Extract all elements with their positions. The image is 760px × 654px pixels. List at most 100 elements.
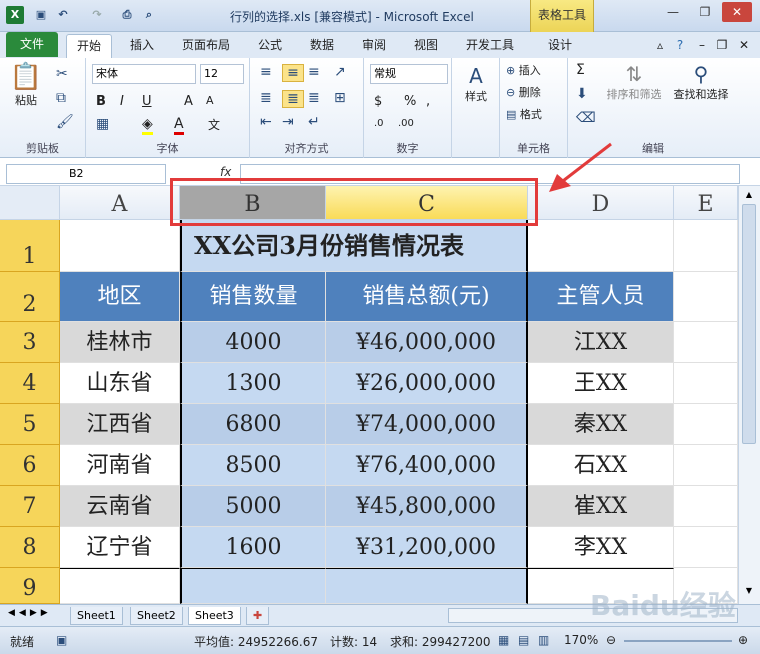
cell-e4[interactable] [674,363,738,404]
format-painter-icon[interactable]: 🖌 [56,114,74,130]
ribbon-minimize-icon[interactable]: – [692,34,712,58]
zoom-slider[interactable] [624,640,732,642]
shrink-font-icon[interactable]: A [206,94,214,107]
find-select-button[interactable]: ⚲ 查找和选择 [668,62,734,102]
excel-icon[interactable]: X [6,6,24,24]
table-title[interactable]: XX公司3月份销售情况表 [180,220,528,272]
cell-total[interactable]: ¥46,000,000 [326,322,528,363]
cell-manager[interactable]: 石XX [528,445,674,486]
cell-quantity[interactable]: 8500 [180,445,326,486]
zoom-level[interactable]: 170% [564,633,598,647]
sort-filter-button[interactable]: ⇅ 排序和筛选 [602,62,666,102]
sheet-tab-1[interactable]: Sheet1 [70,607,123,625]
tab-developer[interactable]: 开发工具 [458,34,522,58]
header-quantity[interactable]: 销售数量 [180,272,326,322]
tab-formulas[interactable]: 公式 [248,34,292,58]
zoom-in-icon[interactable]: ⊕ [738,633,748,647]
cell-quantity[interactable]: 6800 [180,404,326,445]
zoom-out-icon[interactable]: ⊖ [606,633,616,647]
insert-cells-button[interactable]: ⊕ 插入 [506,62,541,78]
page-break-view-icon[interactable]: ▥ [538,633,549,647]
wrap-text-icon[interactable]: ↵ [308,114,320,130]
number-format-select[interactable]: 常规 [370,64,448,84]
redo-icon[interactable]: ↷ [88,6,106,24]
row-header-2[interactable]: 2 [0,272,60,322]
select-all-corner[interactable] [0,186,60,220]
align-left-icon[interactable]: ≣ [260,90,272,106]
cell-region[interactable]: 桂林市 [60,322,180,363]
cell-a1[interactable] [60,220,180,272]
cell-manager[interactable]: 江XX [528,322,674,363]
cell-c9[interactable] [326,568,528,604]
cell-manager[interactable]: 崔XX [528,486,674,527]
align-right-icon[interactable]: ≣ [308,90,320,106]
bold-icon[interactable]: B [96,94,106,109]
chevron-up-icon[interactable]: ▵ [650,34,670,58]
sheet-nav-icon[interactable]: ◀◀▶▶ [8,608,52,618]
cell-b9[interactable] [180,568,326,604]
paste-button[interactable]: 📋 粘贴 [8,62,44,108]
col-header-e[interactable]: E [674,186,738,220]
restore-icon[interactable]: ❐ [690,2,720,22]
fill-icon[interactable]: ⬇ [576,86,588,102]
close-icon[interactable]: ✕ [722,2,752,22]
align-bottom-icon[interactable]: ≡ [308,64,320,80]
font-size-select[interactable]: 12 [200,64,244,84]
font-name-select[interactable]: 宋体 [92,64,196,84]
sheet-tab-2[interactable]: Sheet2 [130,607,183,625]
clear-icon[interactable]: ⌫ [576,110,596,126]
page-layout-view-icon[interactable]: ▤ [518,633,529,647]
cell-manager[interactable]: 王XX [528,363,674,404]
row-header-3[interactable]: 3 [0,322,60,363]
cell-e8[interactable] [674,527,738,568]
header-region[interactable]: 地区 [60,272,180,322]
cell-region[interactable]: 山东省 [60,363,180,404]
tab-file[interactable]: 文件 [6,32,58,57]
header-manager[interactable]: 主管人员 [528,272,674,322]
percent-icon[interactable]: % [404,94,416,109]
merge-icon[interactable]: ⊞ [334,90,346,106]
scroll-down-icon[interactable]: ▼ [742,586,756,598]
align-top-icon[interactable]: ≡ [260,64,272,80]
tab-design[interactable]: 设计 [538,34,582,58]
cell-d1[interactable] [528,220,674,272]
tab-view[interactable]: 视图 [404,34,448,58]
cell-total[interactable]: ¥31,200,000 [326,527,528,568]
row-header-8[interactable]: 8 [0,527,60,568]
col-header-b[interactable]: B [180,186,326,220]
sheet-tab-3[interactable]: Sheet3 [188,607,241,625]
cell-e5[interactable] [674,404,738,445]
print-preview-icon[interactable]: ⌕ [140,6,158,24]
cut-icon[interactable]: ✂ [56,66,68,82]
cell-manager[interactable]: 李XX [528,527,674,568]
border-icon[interactable]: ▦ [96,116,109,132]
row-header-6[interactable]: 6 [0,445,60,486]
align-middle-icon[interactable]: ≡ [282,64,304,82]
cell-quantity[interactable]: 1600 [180,527,326,568]
print-icon[interactable]: ⎙ [118,6,136,24]
undo-icon[interactable]: ↶ [54,6,72,24]
align-center-icon[interactable]: ≣ [282,90,304,108]
cell-a9[interactable] [60,568,180,604]
indent-decrease-icon[interactable]: ⇤ [260,114,272,130]
tab-home[interactable]: 开始 [66,34,112,58]
insert-sheet-icon[interactable]: ✚ [246,607,270,625]
save-icon[interactable]: ▣ [32,6,50,24]
row-header-7[interactable]: 7 [0,486,60,527]
row-header-4[interactable]: 4 [0,363,60,404]
scroll-thumb[interactable] [742,204,756,444]
cell-e6[interactable] [674,445,738,486]
increase-decimal-icon[interactable]: .0 [374,118,384,129]
autosum-icon[interactable]: Σ [576,62,585,78]
tab-page-layout[interactable]: 页面布局 [172,34,240,58]
comma-icon[interactable]: , [426,94,430,109]
cell-total[interactable]: ¥45,800,000 [326,486,528,527]
font-color-icon[interactable]: A [174,116,184,135]
cell-region[interactable]: 河南省 [60,445,180,486]
phonetic-icon[interactable]: 文 [208,116,220,133]
ribbon-close-icon[interactable]: ✕ [734,34,754,58]
decrease-decimal-icon[interactable]: .00 [398,118,414,129]
cell-quantity[interactable]: 1300 [180,363,326,404]
underline-icon[interactable]: U [142,94,152,109]
ribbon-restore-icon[interactable]: ❐ [712,34,732,58]
